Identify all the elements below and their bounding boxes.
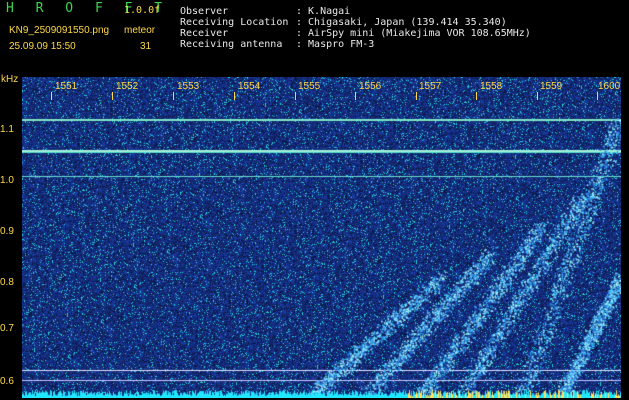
x-tick-label: 1600 (598, 81, 621, 92)
x-tick-mark (476, 92, 477, 100)
info-value-receiver: : AirSpy mini (Miakejima VOR 108.65MHz) (296, 28, 531, 39)
info-value-observer: : K.Nagai (296, 6, 351, 17)
x-tick-mark (416, 92, 417, 100)
meteor-count: 31 (140, 41, 152, 52)
file-name: KN9_2509091550.png (9, 25, 110, 36)
x-tick-label: 1557 (419, 81, 442, 92)
y-tick-label: 0.8 (0, 277, 14, 288)
info-label-receiver: Receiver (180, 28, 229, 39)
x-tick-mark (234, 92, 235, 100)
x-tick-label: 1559 (540, 81, 563, 92)
x-tick-mark (355, 92, 356, 100)
y-tick-label: 1.1 (0, 124, 14, 135)
info-label-location: Receiving Location (180, 17, 289, 28)
spectrogram-window: H R O F F T 1.0.0f KN9_2509091550.png me… (0, 0, 629, 400)
y-tick-label: 1.0 (0, 175, 14, 186)
x-tick-mark (537, 92, 538, 100)
x-tick-label: 1552 (116, 81, 139, 92)
x-tick-label: 1556 (359, 81, 382, 92)
app-version: 1.0.0f (124, 5, 161, 16)
x-tick-label: 1558 (480, 81, 503, 92)
info-value-location: : Chigasaki, Japan (139.414 35.340) (296, 17, 507, 28)
y-tick-label: 0.7 (0, 323, 14, 334)
x-tick-mark (295, 92, 296, 100)
y-tick-label: 0.9 (0, 226, 14, 237)
y-axis-unit: kHz (1, 74, 19, 85)
x-tick-mark (51, 92, 52, 100)
y-tick-label: 0.6 (0, 376, 14, 387)
x-tick-mark (597, 92, 598, 100)
info-label-observer: Observer (180, 6, 229, 17)
x-tick-label: 1555 (298, 81, 321, 92)
x-tick-mark (173, 92, 174, 100)
info-label-antenna: Receiving antenna (180, 39, 283, 50)
info-value-antenna: : Maspro FM-3 (296, 39, 375, 50)
x-tick-label: 1553 (177, 81, 200, 92)
x-tick-label: 1551 (55, 81, 78, 92)
x-tick-mark (112, 92, 113, 100)
meteor-label: meteor (124, 25, 156, 36)
x-tick-label: 1554 (238, 81, 261, 92)
spectrogram-plot (22, 77, 621, 398)
datetime-stamp: 25.09.09 15:50 (9, 41, 76, 52)
